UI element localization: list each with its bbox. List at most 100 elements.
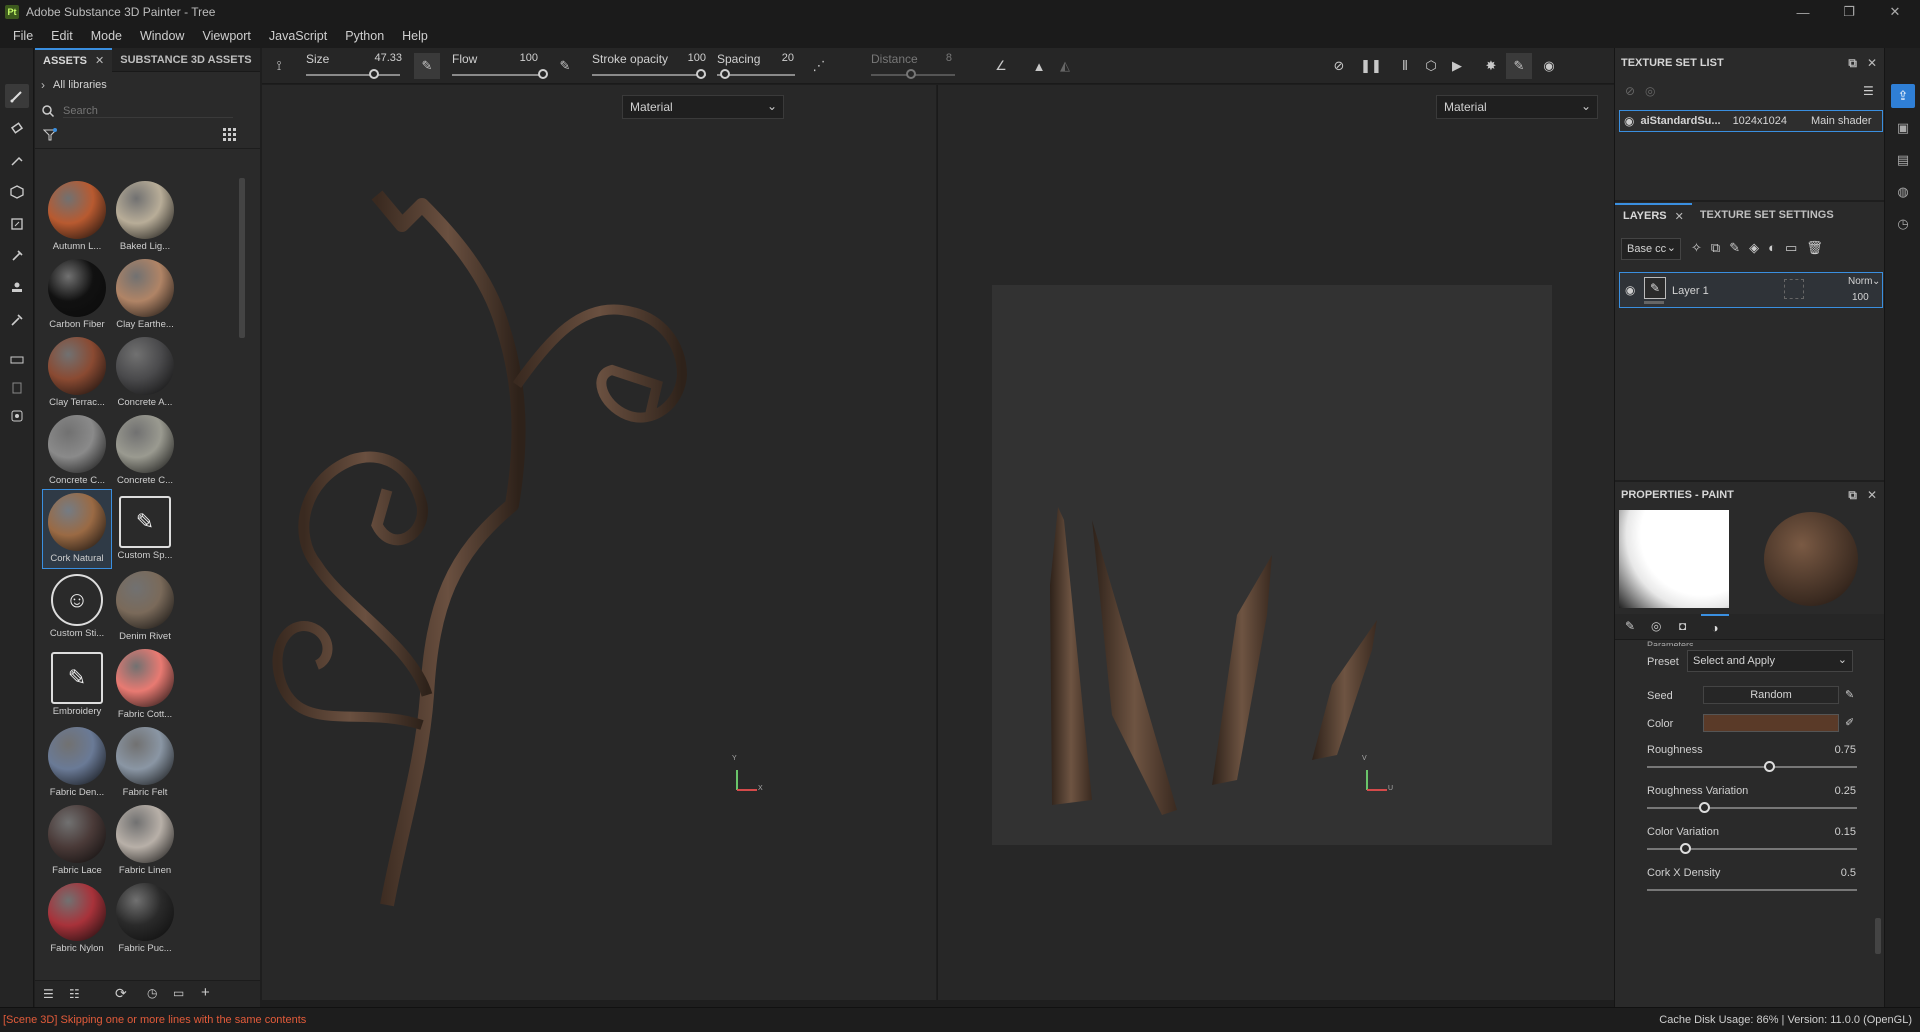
eye-icon[interactable]: ◉: [1625, 283, 1635, 297]
hide-icon[interactable]: ⊘: [1326, 53, 1352, 79]
angle-icon[interactable]: ∠: [988, 53, 1014, 79]
close-icon[interactable]: ✕: [95, 54, 104, 67]
asset-item[interactable]: Autumn L...: [43, 178, 111, 256]
refresh-icon[interactable]: ⟳: [115, 985, 127, 1002]
texture-set-shader[interactable]: Main shader: [1811, 115, 1872, 127]
viewport-2d[interactable]: Material ⌄ V U: [937, 85, 1614, 1000]
shader-settings-icon[interactable]: ◍: [1891, 180, 1915, 204]
seed-random-button[interactable]: Random: [1703, 686, 1839, 704]
screenshot-icon[interactable]: ◉: [1536, 53, 1562, 79]
color-variation-slider-handle[interactable]: [1680, 843, 1691, 854]
layer-name[interactable]: Layer 1: [1672, 285, 1709, 297]
size-slider[interactable]: [306, 74, 400, 76]
close-icon[interactable]: ✕: [1675, 210, 1684, 223]
viewport-3d[interactable]: Material ⌄ Y X: [262, 85, 936, 1000]
flow-pen-icon[interactable]: ✎: [414, 53, 440, 79]
eye-icon[interactable]: ◉: [1624, 114, 1634, 128]
paint-mode-icon[interactable]: ✎: [1506, 53, 1532, 79]
paint-brush-tool-icon[interactable]: [5, 84, 29, 108]
asset-item[interactable]: Fabric Den...: [43, 724, 111, 802]
color-picker-tool-icon[interactable]: [5, 308, 29, 332]
asset-item[interactable]: Carbon Fiber: [43, 256, 111, 334]
tab-substance-assets[interactable]: SUBSTANCE 3D ASSETS: [112, 48, 259, 72]
viewport-2d-mode-select[interactable]: Material ⌄: [1436, 95, 1598, 119]
roughness-variation-slider-handle[interactable]: [1699, 802, 1710, 813]
asset-item[interactable]: ✎ Custom Sp...: [111, 490, 179, 568]
close-icon[interactable]: ✕: [1867, 488, 1877, 502]
add-smart-material-icon[interactable]: ◐: [1768, 240, 1785, 255]
roughness-variation-slider[interactable]: [1647, 807, 1857, 809]
history-icon[interactable]: ◷: [147, 986, 157, 1000]
smudge-tool-icon[interactable]: [5, 244, 29, 268]
distance-slider-handle[interactable]: [906, 69, 916, 79]
asset-item[interactable]: Fabric Lace: [43, 802, 111, 880]
channel-select[interactable]: Base cc ⌄: [1621, 238, 1681, 260]
tab-assets[interactable]: ASSETS ✕: [35, 47, 113, 72]
asset-item[interactable]: Clay Earthe...: [111, 256, 179, 334]
list-view-icon[interactable]: ☰: [43, 987, 54, 1001]
display-settings-icon[interactable]: ▣: [1891, 116, 1915, 140]
asset-item[interactable]: Concrete C...: [111, 412, 179, 490]
history-icon[interactable]: ◷: [1891, 212, 1915, 236]
library-breadcrumb[interactable]: › All libraries: [41, 78, 107, 92]
asset-item[interactable]: Concrete C...: [43, 412, 111, 490]
split-view-icon[interactable]: ⫴: [1392, 53, 1418, 79]
render-tool-icon[interactable]: [5, 404, 29, 428]
alpha-tab-icon[interactable]: ◎: [1651, 619, 1661, 633]
asset-item[interactable]: Concrete A...: [111, 334, 179, 412]
layer-mask-slot[interactable]: [1784, 279, 1804, 299]
add-folder-icon[interactable]: ▭: [1785, 240, 1806, 255]
tab-layers[interactable]: LAYERS ✕: [1615, 203, 1692, 227]
undock-icon[interactable]: ⧉: [1848, 488, 1857, 502]
clone-stamp-tool-icon[interactable]: [5, 276, 29, 300]
asset-item[interactable]: Fabric Puc...: [111, 880, 179, 958]
add-mask-icon[interactable]: ⧉: [1711, 240, 1729, 255]
close-icon[interactable]: ✕: [1867, 56, 1877, 70]
polygon-fill-tool-icon[interactable]: [5, 212, 29, 236]
menu-file[interactable]: File: [4, 29, 42, 43]
asset-item[interactable]: Clay Terrac...: [43, 334, 111, 412]
pause-icon[interactable]: ❚❚: [1358, 53, 1384, 79]
brush-tab-icon[interactable]: ✎: [1625, 619, 1635, 633]
bake-tool-icon[interactable]: [5, 376, 29, 400]
spacing-slider-handle[interactable]: [720, 69, 730, 79]
edit-seed-icon[interactable]: ✎: [1845, 688, 1854, 701]
symmetry-icon[interactable]: ▲: [1026, 53, 1052, 79]
add-effect-icon[interactable]: ✧: [1691, 240, 1711, 255]
menu-mode[interactable]: Mode: [82, 29, 131, 43]
cube-view-icon[interactable]: ⬡: [1418, 53, 1444, 79]
details-view-icon[interactable]: ☷: [69, 987, 80, 1001]
assets-scrollbar[interactable]: [239, 178, 245, 338]
grid-view-icon[interactable]: [223, 128, 237, 145]
uv-canvas[interactable]: [992, 285, 1552, 845]
folder-icon[interactable]: ▭: [173, 986, 184, 1000]
stroke-opacity-slider-handle[interactable]: [696, 69, 706, 79]
texture-set-settings-icon[interactable]: ▤: [1891, 148, 1915, 172]
menu-icon[interactable]: ☰: [1863, 84, 1874, 98]
menu-python[interactable]: Python: [336, 29, 393, 43]
visibility-hidden-icon[interactable]: ⊘ ◎: [1625, 84, 1656, 98]
cork-x-density-slider[interactable]: [1647, 889, 1857, 891]
menu-help[interactable]: Help: [393, 29, 437, 43]
environment-icon[interactable]: ✸: [1478, 53, 1504, 79]
color-variation-slider[interactable]: [1647, 848, 1857, 850]
flow-slider-handle[interactable]: [538, 69, 548, 79]
add-fill-layer-icon[interactable]: ◈: [1749, 240, 1768, 255]
filter-icon[interactable]: [42, 128, 58, 145]
tab-texture-set-settings[interactable]: TEXTURE SET SETTINGS: [1692, 203, 1842, 227]
camera-icon[interactable]: ▶: [1444, 53, 1470, 79]
menu-window[interactable]: Window: [131, 29, 193, 43]
asset-item[interactable]: Fabric Nylon: [43, 880, 111, 958]
search-input[interactable]: [63, 104, 233, 118]
delete-icon[interactable]: 🗑: [1806, 240, 1832, 255]
measure-tool-icon[interactable]: [5, 348, 29, 372]
lazy-mouse-icon[interactable]: ⋰: [806, 53, 832, 79]
stroke-opacity-slider[interactable]: [592, 74, 706, 76]
menu-viewport[interactable]: Viewport: [193, 29, 259, 43]
asset-item[interactable]: Fabric Linen: [111, 802, 179, 880]
size-slider-handle[interactable]: [369, 69, 379, 79]
properties-scrollbar[interactable]: [1875, 918, 1881, 954]
undock-icon[interactable]: ⧉: [1848, 56, 1857, 70]
menu-edit[interactable]: Edit: [42, 29, 82, 43]
projection-tool-icon[interactable]: [5, 148, 29, 172]
